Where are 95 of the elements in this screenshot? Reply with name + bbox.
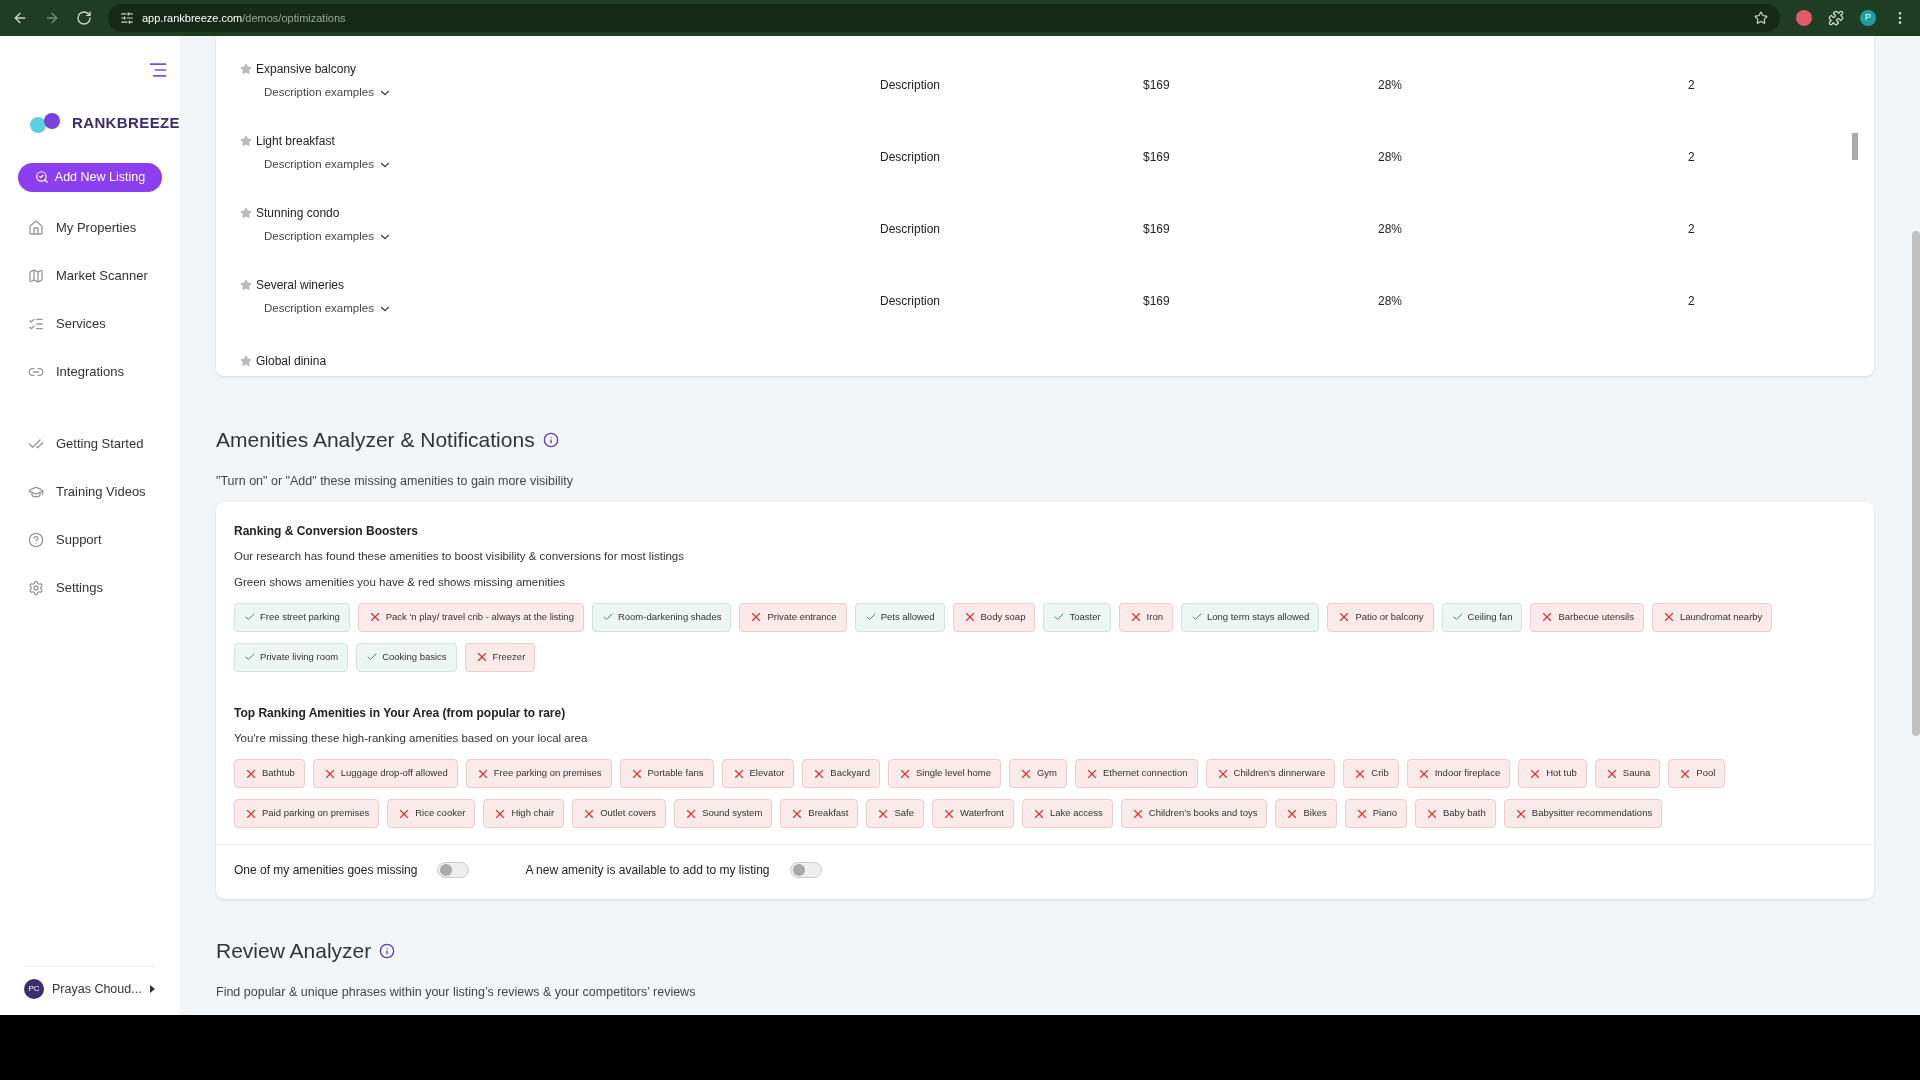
tag-label: Breakfast	[808, 806, 849, 821]
toggle-label: A new amenity is available to add to my listing	[525, 862, 770, 879]
subsection-title: Top Ranking Amenities in Your Area (from popular to rare)	[234, 704, 567, 722]
table-cell-text: 28%	[1378, 77, 1404, 94]
examples-dropdown[interactable]: Description examples	[264, 156, 880, 174]
sidebar-item[interactable]: Training Videos	[0, 467, 180, 516]
tag-label: Bikes	[1303, 806, 1327, 821]
tag-label: Private living room	[260, 650, 339, 665]
sidebar-item[interactable]: Settings	[0, 563, 180, 612]
url-text: app.rankbreeze.com/demos/optimizations	[142, 10, 346, 26]
table-cell-text: Description	[880, 149, 942, 166]
user-name[interactable]: Prayas Choud...	[52, 979, 142, 999]
keyword-text: Expansive balcony	[256, 61, 357, 78]
tag-label: Piano	[1372, 806, 1397, 821]
sidebar-item[interactable]: Market Scanner	[0, 251, 180, 300]
tag-label: Hot tub	[1546, 766, 1577, 781]
tag-label: Patio or balcony	[1355, 610, 1424, 625]
table-cell-text: $169	[1143, 77, 1171, 94]
tag-label: Freezer	[492, 650, 526, 665]
table-cell-text: 28%	[1378, 221, 1404, 238]
table-cell-text: $169	[1143, 293, 1171, 310]
tag-label: Iron	[1146, 610, 1163, 625]
sidebar-item[interactable]: Getting Started	[0, 419, 180, 468]
table-cell-text: Description	[880, 293, 942, 310]
tag-label: Toaster	[1069, 610, 1101, 625]
tag-label: Children’s dinnerware	[1233, 766, 1326, 781]
tag-label: Single level home	[915, 766, 991, 781]
address-bar[interactable]: app.rankbreeze.com/demos/optimizations	[108, 4, 1780, 32]
description-text: Green shows amenities you have & red shows missing amenities	[234, 574, 567, 590]
sidebar-item[interactable]: Integrations	[0, 347, 180, 396]
tag-label: Portable fans	[647, 766, 704, 781]
keyword-text: Stunning condo	[256, 205, 340, 222]
tag-label: Gym	[1036, 766, 1058, 781]
tag-label: Crib	[1371, 766, 1389, 781]
keyword-text: Several wineries	[256, 277, 345, 294]
examples-dropdown[interactable]: Description examples	[264, 300, 880, 318]
tag-label: Ethernet connection	[1103, 766, 1188, 781]
tag-label: Baby bath	[1443, 806, 1486, 821]
section-title: Review Analyzer	[216, 938, 372, 964]
add-listing-button[interactable]: Add New Listing	[18, 162, 162, 192]
tag-label: Body soap	[980, 610, 1026, 625]
tag-label: Free street parking	[260, 610, 340, 625]
tag-label: Long term stays allowed	[1206, 610, 1310, 625]
tag-label: High chair	[511, 806, 555, 821]
tag-label: Barbecue utensils	[1558, 610, 1634, 625]
tag-label: Pool	[1696, 766, 1716, 781]
tag-label: Children’s books and toys	[1148, 806, 1258, 821]
keyword-text: Global dinina	[256, 353, 327, 370]
table-cell-text: 2	[1688, 149, 1695, 166]
description-text: Our research has found these amenities to boost visibility & conversions for most listings	[234, 549, 685, 565]
table-cell-text: 28%	[1378, 293, 1404, 310]
tag-label: Free parking on premises	[493, 766, 602, 781]
subsection-title: Ranking & Conversion Boosters	[234, 523, 420, 541]
tag-label: Room-darkening shades	[617, 610, 722, 625]
table-cell-text: Description	[880, 221, 942, 238]
tag-label: Private entrance	[767, 610, 837, 625]
description-text: You're missing these high-ranking amenities based on your local area	[234, 730, 589, 746]
table-cell-text: 2	[1688, 221, 1695, 238]
tag-label: Sound system	[702, 806, 763, 821]
table-cell-text: 2	[1688, 293, 1695, 310]
user-avatar: PC	[24, 979, 44, 999]
tag-label: Lake access	[1050, 806, 1103, 821]
tag-label: Safe	[894, 806, 914, 821]
tag-label: Backyard	[830, 766, 870, 781]
table-cell-text: $169	[1143, 221, 1171, 238]
section-subtitle: Find popular & unique phrases within your listing’s reviews & your competitors’ reviews	[216, 983, 697, 1001]
tag-label: Elevator	[749, 766, 785, 781]
sidebar-item[interactable]: My Properties	[0, 203, 180, 252]
examples-dropdown[interactable]: Description examples	[264, 228, 880, 246]
tag-label: Laundromat nearby	[1679, 610, 1763, 625]
section-title: Amenities Analyzer & Notifications	[216, 427, 535, 453]
tag-label: Rice cooker	[415, 806, 466, 821]
sidebar-item[interactable]: Support	[0, 515, 180, 564]
tag-label: Waterfront	[960, 806, 1004, 821]
table-cell-text: $169	[1143, 149, 1171, 166]
table-cell-text: 2	[1688, 77, 1695, 94]
table-cell-text: 28%	[1378, 149, 1404, 166]
tag-label: Pack 'n play/ travel crib - always at the listing	[385, 610, 574, 625]
tag-label: Luggage drop-off allowed	[340, 766, 448, 781]
sidebar-item[interactable]: Services	[0, 299, 180, 348]
tag-label: Sauna	[1622, 766, 1651, 781]
table-cell-text: Description	[880, 77, 942, 94]
tag-label: Pets allowed	[880, 610, 935, 625]
tag-label: Paid parking on premises	[262, 806, 370, 821]
tag-label: Babysitter recommendations	[1531, 806, 1653, 821]
tag-label: Ceiling fan	[1467, 610, 1513, 625]
section-subtitle: "Turn on" or "Add" these missing amenities to gain more visibility	[216, 472, 575, 490]
tag-label: Indoor fireplace	[1434, 766, 1501, 781]
tag-label: Bathtub	[262, 766, 295, 781]
tag-label: Cooking basics	[382, 650, 447, 665]
keyword-text: Light breakfast	[256, 133, 335, 150]
toggle-label: One of my amenities goes missing	[234, 862, 418, 879]
logo-text: RANKBREEZE	[72, 113, 180, 133]
tag-label: Outlet covers	[600, 806, 657, 821]
examples-dropdown[interactable]: Description examples	[264, 84, 880, 102]
